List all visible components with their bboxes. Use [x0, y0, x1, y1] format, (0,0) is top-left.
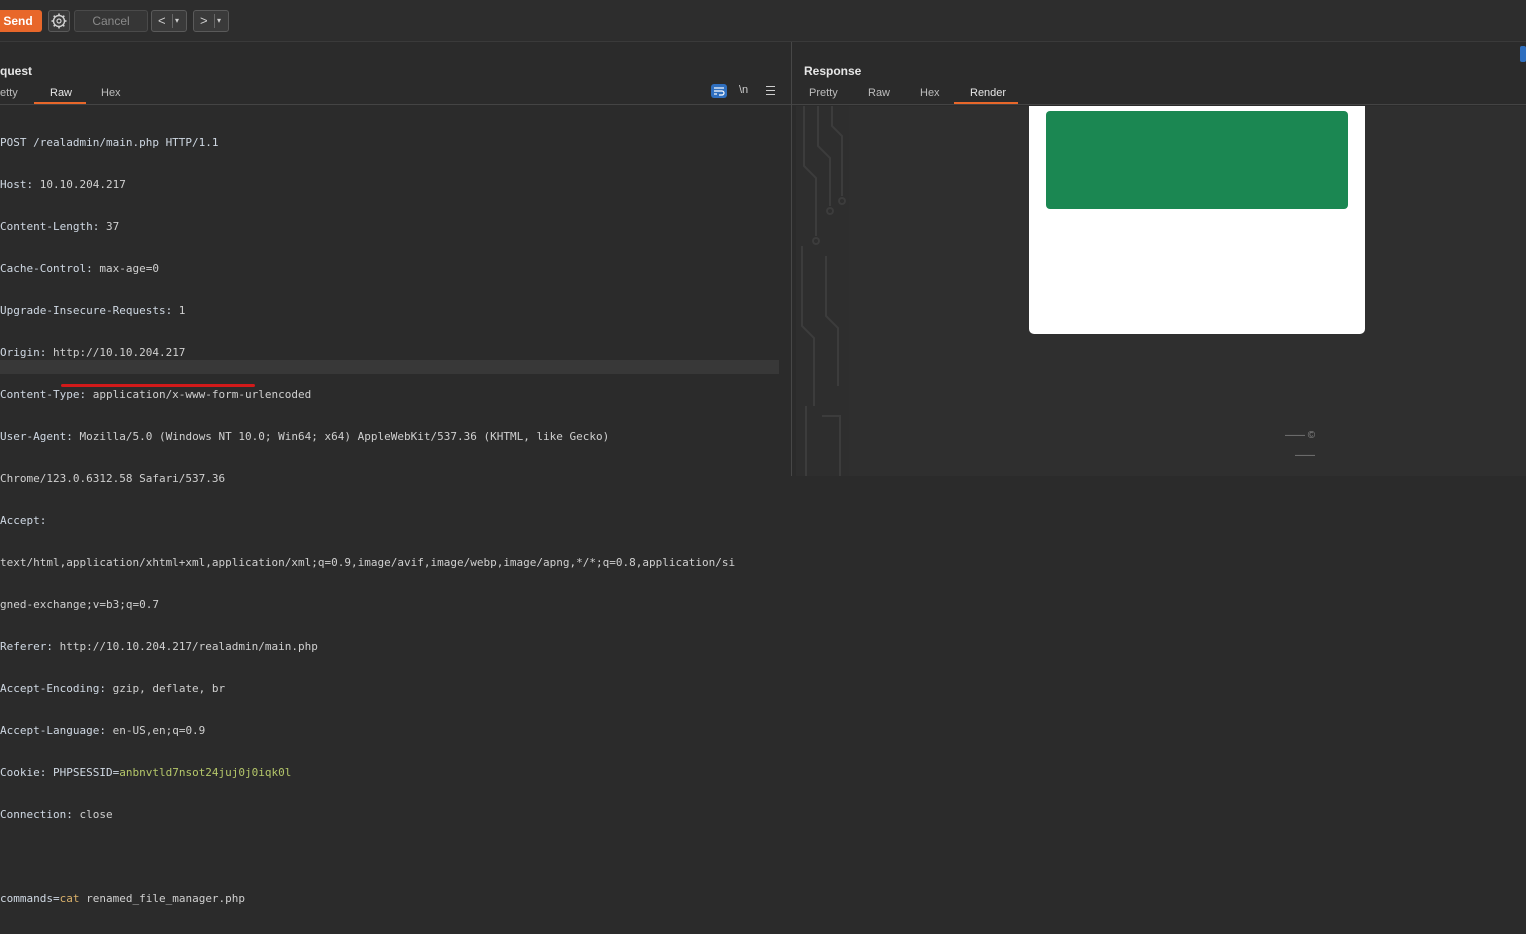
forward-arrow-icon: > — [200, 13, 208, 28]
tab-render[interactable]: Render — [970, 87, 1006, 99]
cancel-button[interactable]: Cancel — [74, 10, 148, 32]
settings-button[interactable] — [48, 10, 70, 32]
newline-toggle[interactable]: \n — [739, 84, 748, 96]
request-line: Chrome/123.0.6312.58 Safari/537.36 — [0, 472, 226, 485]
request-line: Accept-Language: en-US,en;q=0.9 — [0, 724, 206, 737]
request-line: gned-exchange;v=b3;q=0.7 — [0, 598, 159, 611]
body-line: commands=cat renamed_file_manager.php — [0, 892, 246, 905]
request-line: Accept-Encoding: gzip, deflate, br — [0, 682, 226, 695]
request-line: Origin: http://10.10.204.217 — [0, 346, 186, 359]
tab-divider — [792, 104, 1526, 105]
button-separator — [214, 14, 215, 28]
chevron-down-icon[interactable]: ▾ — [217, 11, 221, 30]
annotation-underline — [61, 384, 255, 387]
request-line: Accept: — [0, 514, 47, 527]
gear-icon — [51, 13, 67, 29]
request-line: Content-Length: 37 — [0, 220, 120, 233]
tab-raw[interactable]: Raw — [50, 87, 72, 99]
request-line: Content-Type: application/x-www-form-url… — [0, 388, 312, 401]
request-title: quest — [0, 64, 33, 78]
request-panel: quest etty Raw Hex \n POST /realadmin/ma… — [0, 42, 791, 905]
tab-pretty[interactable]: etty — [0, 87, 18, 99]
request-line: Cache-Control: max-age=0 — [0, 262, 159, 275]
request-line: User-Agent: Mozilla/5.0 (Windows NT 10.0… — [0, 430, 610, 443]
request-editor[interactable]: POST /realadmin/main.php HTTP/1.1 Host: … — [0, 108, 735, 934]
request-line: Upgrade-Insecure-Requests: 1 — [0, 304, 186, 317]
back-button[interactable]: < ▾ — [151, 10, 187, 32]
tab-divider — [0, 104, 791, 105]
cookie-line: Cookie: PHPSESSID=anbnvtld7nsot24juj0j0i… — [0, 766, 292, 779]
scroll-marker — [1520, 46, 1526, 62]
toolbar: Send Cancel < ▾ > ▾ — [0, 0, 1526, 42]
tab-pretty[interactable]: Pretty — [809, 87, 838, 99]
back-arrow-icon: < — [158, 13, 166, 28]
request-line: POST /realadmin/main.php HTTP/1.1 — [0, 136, 219, 149]
button-separator — [172, 14, 173, 28]
menu-icon[interactable] — [766, 86, 775, 98]
footer-line: —— — [1295, 450, 1315, 461]
request-line: Host: 10.10.204.217 — [0, 178, 126, 191]
response-title: Response — [804, 64, 862, 78]
connection-line: Connection: close — [0, 808, 113, 821]
tab-raw[interactable]: Raw — [868, 87, 890, 99]
send-button[interactable]: Send — [0, 10, 42, 32]
wrap-lines-icon — [714, 87, 725, 96]
wrap-lines-button[interactable] — [711, 84, 727, 98]
request-line: text/html,application/xhtml+xml,applicat… — [0, 556, 736, 569]
render-background-pattern — [796, 106, 849, 476]
rendered-green-button[interactable] — [1046, 111, 1348, 209]
request-line: Referer: http://10.10.204.217/realadmin/… — [0, 640, 318, 653]
tab-hex[interactable]: Hex — [101, 87, 121, 99]
tab-hex[interactable]: Hex — [920, 87, 940, 99]
response-panel: Response Pretty Raw Hex Render —— © —— — [792, 42, 1526, 476]
chevron-down-icon[interactable]: ▾ — [175, 11, 179, 30]
forward-button[interactable]: > ▾ — [193, 10, 229, 32]
footer-copyright: —— © — [1285, 430, 1316, 441]
